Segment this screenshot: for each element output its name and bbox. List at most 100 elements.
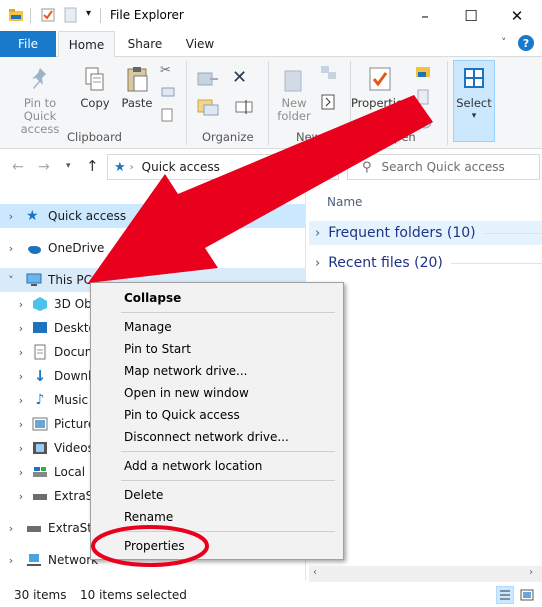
chevron-right-icon[interactable]: › [14, 442, 28, 455]
edit-icon[interactable] [414, 88, 436, 106]
menu-item-manage[interactable]: Manage [124, 320, 172, 334]
qat-dropdown-icon[interactable]: ▾ [86, 8, 91, 19]
maximize-button[interactable]: ☐ [448, 0, 494, 31]
organize-group-label: Organize [202, 130, 254, 144]
chevron-right-icon[interactable]: › [4, 242, 18, 255]
new-folder-button[interactable]: New folder [274, 65, 314, 123]
rename-icon[interactable] [234, 97, 256, 117]
paste-shortcut-icon[interactable] [160, 107, 180, 129]
select-grid-icon [464, 68, 484, 88]
chevron-right-icon[interactable]: › [4, 522, 18, 535]
properties-button[interactable]: Properties [350, 65, 410, 110]
menu-item-delete[interactable]: Delete [124, 488, 163, 502]
recent-locations-icon[interactable]: ▾ [66, 161, 71, 171]
search-box[interactable]: ⚲ Search Quick access [347, 154, 540, 180]
group-recent-files[interactable]: › Recent files (20) [309, 251, 542, 275]
cut-icon[interactable]: ✂ [160, 63, 180, 85]
chevron-right-icon[interactable]: › [14, 298, 28, 311]
nav-item-quick-access[interactable]: › ★ Quick access [0, 204, 305, 228]
horizontal-scrollbar[interactable]: ‹ › [309, 566, 542, 582]
new-group-label: New [296, 130, 322, 144]
tab-home[interactable]: Home [58, 31, 115, 58]
menu-item-disconnect-network-drive[interactable]: Disconnect network drive... [124, 430, 289, 444]
address-bar[interactable]: ★ › Quick access [107, 154, 339, 180]
search-icon: ⚲ [362, 159, 372, 175]
nav-label: Quick access [48, 209, 127, 223]
pin-quick-access-label: Pin to Quick access [20, 96, 60, 136]
large-icons-view-icon[interactable] [518, 586, 536, 604]
selected-count: 10 items selected [80, 588, 187, 602]
copy-icon [85, 67, 104, 91]
ribbon-expand-icon[interactable]: ˅ [501, 36, 507, 49]
menu-item-rename[interactable]: Rename [124, 510, 173, 524]
copy-button[interactable]: Copy [78, 65, 112, 110]
chevron-right-icon[interactable]: › [4, 210, 18, 223]
star-icon: ★ [26, 208, 39, 224]
select-button[interactable]: Select ▾ [453, 60, 495, 142]
breadcrumb-separator-icon: › [129, 161, 134, 173]
new-folder-qat-icon[interactable] [63, 7, 79, 23]
drive-icon [33, 494, 47, 500]
menu-item-collapse[interactable]: Collapse [124, 291, 181, 305]
quick-access-star-icon: ★ [114, 159, 126, 175]
tab-view[interactable]: View [174, 31, 226, 57]
chevron-right-icon[interactable]: › [4, 554, 18, 567]
nav-item-onedrive[interactable]: › OneDrive [0, 236, 305, 260]
menu-item-map-network-drive[interactable]: Map network drive... [124, 364, 248, 378]
move-to-icon[interactable] [196, 69, 220, 89]
status-bar: 30 items 10 items selected [0, 583, 542, 607]
properties-qat-icon[interactable] [40, 7, 56, 23]
chevron-right-icon[interactable]: › [14, 394, 28, 407]
clipboard-small-buttons: ✂ [160, 63, 180, 143]
ribbon-tabs: File Home Share View ˅ ? [0, 31, 542, 58]
help-icon[interactable]: ? [518, 35, 534, 51]
copy-path-icon[interactable] [160, 85, 180, 107]
properties-icon [369, 67, 391, 91]
chevron-right-icon[interactable]: › [14, 490, 28, 503]
easy-access-icon[interactable] [318, 92, 340, 112]
tab-file[interactable]: File [0, 31, 56, 57]
scroll-left-icon[interactable]: ‹ [313, 567, 317, 578]
menu-item-add-network-location[interactable]: Add a network location [124, 459, 262, 473]
copy-label: Copy [80, 96, 110, 110]
pin-quick-access-button[interactable]: Pin to Quick access [4, 65, 76, 136]
properties-label: Properties [350, 96, 410, 110]
menu-item-pin-quick-access[interactable]: Pin to Quick access [124, 408, 240, 422]
up-icon[interactable]: ↑ [86, 157, 99, 175]
menu-item-open-new-window[interactable]: Open in new window [124, 386, 249, 400]
chevron-right-icon[interactable]: › [14, 346, 28, 359]
close-button[interactable]: ✕ [494, 0, 540, 31]
chevron-right-icon[interactable]: › [14, 322, 28, 335]
minimize-button[interactable]: – [402, 0, 448, 31]
paste-icon [127, 67, 148, 92]
open-small-buttons [414, 63, 440, 129]
scroll-right-icon[interactable]: › [529, 567, 533, 578]
chevron-down-icon[interactable]: ˅ [4, 274, 18, 287]
forward-icon[interactable]: → [38, 159, 50, 175]
menu-item-properties[interactable]: Properties [124, 539, 185, 553]
document-icon [34, 344, 46, 360]
back-icon[interactable]: ← [12, 159, 24, 175]
open-group-label: Open [385, 130, 416, 144]
menu-separator [121, 312, 335, 313]
group-frequent-folders[interactable]: › Frequent folders (10) [309, 221, 542, 245]
copy-to-icon[interactable] [196, 97, 220, 117]
open-icon[interactable] [414, 63, 436, 81]
select-dropdown-icon: ▾ [471, 111, 477, 121]
nav-label: Downl [54, 369, 92, 383]
chevron-right-icon[interactable]: › [14, 466, 28, 479]
menu-item-pin-to-start[interactable]: Pin to Start [124, 342, 191, 356]
name-column-header[interactable]: Name [327, 195, 362, 209]
details-view-icon[interactable] [496, 586, 514, 604]
chevron-right-icon[interactable]: › [14, 418, 28, 431]
desktop-icon [33, 322, 47, 333]
chevron-right-icon[interactable]: › [14, 370, 28, 383]
history-icon[interactable] [414, 113, 436, 131]
window-title: File Explorer [110, 8, 184, 22]
tab-share[interactable]: Share [118, 31, 172, 57]
ribbon: Pin to Quick access Copy Paste ✂ Clipboa… [0, 57, 542, 149]
address-row: ← → ▾ ↑ ★ › Quick access ⚲ Search Quick … [0, 149, 542, 187]
paste-button[interactable]: Paste [118, 65, 156, 110]
new-item-icon[interactable] [318, 63, 340, 83]
delete-icon[interactable]: ✕ [232, 67, 247, 88]
